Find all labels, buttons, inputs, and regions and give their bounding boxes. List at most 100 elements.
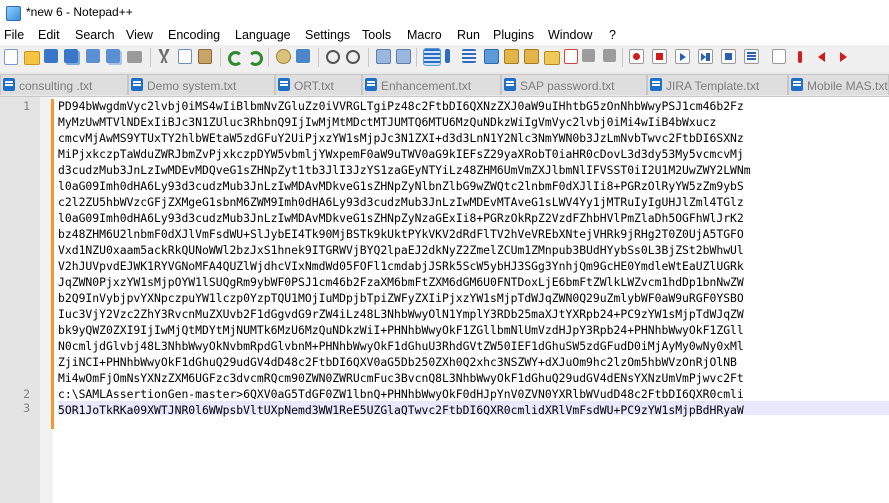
stop-record-icon[interactable]	[652, 49, 667, 64]
sync-vertical-icon[interactable]	[376, 49, 391, 64]
next-icon[interactable]	[840, 52, 847, 62]
prev-icon[interactable]	[818, 52, 825, 62]
menu-language[interactable]: Language	[235, 28, 291, 42]
sync-horizontal-icon[interactable]	[396, 49, 411, 64]
new-file-icon[interactable]	[4, 49, 18, 65]
tab-mobile-mas[interactable]: Mobile MAS.txt	[788, 74, 889, 95]
doc-map-icon[interactable]	[504, 49, 519, 64]
menu-view[interactable]: View	[126, 28, 153, 42]
copy-icon[interactable]	[178, 49, 192, 64]
line-number: 1	[23, 99, 30, 113]
run-macro-multiple-icon[interactable]	[698, 49, 713, 64]
tab-sap-password[interactable]: SAP password.txt	[501, 74, 647, 95]
redo-icon[interactable]	[248, 51, 263, 66]
save-all-icon[interactable]	[64, 49, 78, 63]
code-line: N0cmljdGlvbj48L3NhbWwyOkNvbmRpdGlvbnM+PH…	[58, 339, 744, 353]
print-icon[interactable]	[127, 51, 142, 63]
save-macro-icon[interactable]	[721, 49, 736, 64]
code-line: l0aG09Imh0dHA6Ly93d3cudzMub3JnLzIwMDAvMD…	[58, 179, 744, 193]
code-line: l0aG09Imh0dHA6Ly93d3cudzMub3JnLzIwMDAvMD…	[58, 211, 744, 225]
menu-tools[interactable]: Tools	[362, 28, 391, 42]
code-line: Mi4wOmFjOmNsYXNzZXM6UGFzc3dvcmRQcm90ZWN0…	[58, 371, 744, 385]
find-icon[interactable]	[276, 49, 291, 64]
code-line: 5OR1JoTkRKa09XWTJNR0l6WWpsbVltUXpNemd3WW…	[58, 403, 744, 417]
zoom-in-icon[interactable]	[326, 50, 340, 64]
tab-ort[interactable]: ORT.txt	[275, 74, 362, 95]
menu-edit[interactable]: Edit	[38, 28, 60, 42]
close-icon[interactable]	[86, 49, 100, 63]
toolbar-separator	[150, 48, 151, 67]
menu-macro[interactable]: Macro	[407, 28, 442, 42]
title-bar: *new 6 - Notepad++	[0, 0, 889, 25]
menu-help[interactable]: ?	[609, 28, 616, 42]
line-number: 3	[23, 401, 30, 415]
menu-run[interactable]: Run	[457, 28, 480, 42]
code-line: b2Q9InVybjpvYXNpczpuYW1lczp0YzpTQU1MOjIu…	[58, 291, 744, 305]
toolbar-separator	[368, 48, 369, 67]
tab-bar: consulting .txt Demo system.txt ORT.txt …	[0, 72, 889, 97]
replace-icon[interactable]	[296, 49, 310, 63]
tab-label: consulting .txt	[19, 79, 93, 93]
code-line: bz48ZHM6U2lnbmF0dXJlVmFsdWU+SlJybEI4Tk90…	[58, 227, 744, 241]
toolbar-separator	[268, 48, 269, 67]
cut-icon[interactable]	[158, 49, 170, 63]
code-line: MyMzUwMTVlNDExIiBJc3N1ZUluc3RhbnQ9IjIwMj…	[58, 115, 717, 129]
code-line: V2hJUVpvdEJWK1RYVGNoMFA4QUZlWjdhcVIxNmdW…	[58, 259, 744, 273]
menu-plugins[interactable]: Plugins	[493, 28, 534, 42]
open-file-icon[interactable]	[24, 51, 40, 65]
menu-encoding[interactable]: Encoding	[168, 28, 220, 42]
file-icon	[131, 78, 143, 91]
zoom-out-icon[interactable]	[346, 50, 360, 64]
file-icon	[791, 78, 803, 91]
code-line: Iuc3VjY2Vzc2ZhY3RvcnMuZXUvb2F1dGgvdG9rZW…	[58, 307, 744, 321]
code-line: cmcvMjAwMS9YTUxTY2hlbWEtaW5zdGFuY2UiPjxz…	[58, 131, 744, 145]
tab-enhancement[interactable]: Enhancement.txt	[362, 74, 501, 95]
code-text-area[interactable]: PD94bWwgdmVyc2lvbj0iMS4wIiBlbmNvZGluZz0i…	[58, 97, 889, 503]
function-list-icon[interactable]	[524, 49, 539, 64]
file-icon	[278, 78, 290, 91]
menu-settings[interactable]: Settings	[305, 28, 350, 42]
undo-icon[interactable]	[228, 51, 243, 66]
file-icon	[504, 78, 516, 91]
toolbar-separator	[220, 48, 221, 67]
close-all-icon[interactable]	[106, 49, 120, 63]
extra-grey-icon-2[interactable]	[603, 49, 616, 62]
doc-monitor-icon[interactable]	[564, 49, 578, 64]
menu-file[interactable]: File	[4, 28, 24, 42]
tab-label: Enhancement.txt	[381, 79, 472, 93]
file-icon	[3, 78, 15, 91]
tab-label: ORT.txt	[294, 79, 334, 93]
code-line: Vxd1NZU0xaam5ackRkQUNoWWl2bzJxS1hnek9ITG…	[58, 243, 744, 257]
line-number: 2	[23, 387, 30, 401]
toolbar-separator	[318, 48, 319, 67]
toolbar-separator	[416, 48, 417, 67]
indent-guide-icon[interactable]	[462, 49, 476, 63]
show-all-chars-icon[interactable]	[445, 49, 450, 63]
tab-demo-system[interactable]: Demo system.txt	[128, 74, 275, 95]
tab-consulting[interactable]: consulting .txt	[0, 74, 128, 95]
tab-label: Mobile MAS.txt	[807, 79, 888, 93]
save-icon[interactable]	[44, 49, 58, 63]
editor-area[interactable]: 1 2 3 PD94bWwgdmVyc2lvbj0iMS4wIiBlbmNvZG…	[0, 97, 889, 503]
code-line: c:\SAMLAssertionGen-master>6QXV0aG5TdGF0…	[58, 387, 744, 401]
extra-grey-icon[interactable]	[582, 49, 595, 62]
tab-label: Demo system.txt	[147, 79, 237, 93]
code-line: bk9yQWZ0ZXI9IjIwMjQtMDYtMjNUMTk6MzU6MzQu…	[58, 323, 744, 337]
menu-search[interactable]: Search	[75, 28, 115, 42]
tab-jira-template[interactable]: JIRA Template.txt	[647, 74, 788, 95]
user-lang-icon[interactable]	[484, 49, 499, 64]
first-icon[interactable]	[798, 51, 802, 63]
macro-list-icon[interactable]	[744, 49, 759, 64]
tab-label: JIRA Template.txt	[666, 79, 760, 93]
paste-icon[interactable]	[198, 49, 212, 64]
notepad-plus-plus-icon	[6, 6, 21, 21]
record-macro-icon[interactable]	[629, 49, 644, 64]
folder-workspace-icon[interactable]	[544, 51, 560, 65]
window-title: *new 6 - Notepad++	[26, 5, 133, 19]
play-macro-icon[interactable]	[675, 49, 690, 64]
code-line: MiPjxkczpTaWduZWRJbmZvPjxkczpDYW5vbmljYW…	[58, 147, 744, 161]
menu-window[interactable]: Window	[548, 28, 592, 42]
code-line: JqZWN0PjxzYW1sMjpOYW1lSUQgRm9ybWF0PSJ1cm…	[58, 275, 744, 289]
doc-icon[interactable]	[772, 49, 786, 64]
word-wrap-icon[interactable]	[423, 48, 441, 66]
